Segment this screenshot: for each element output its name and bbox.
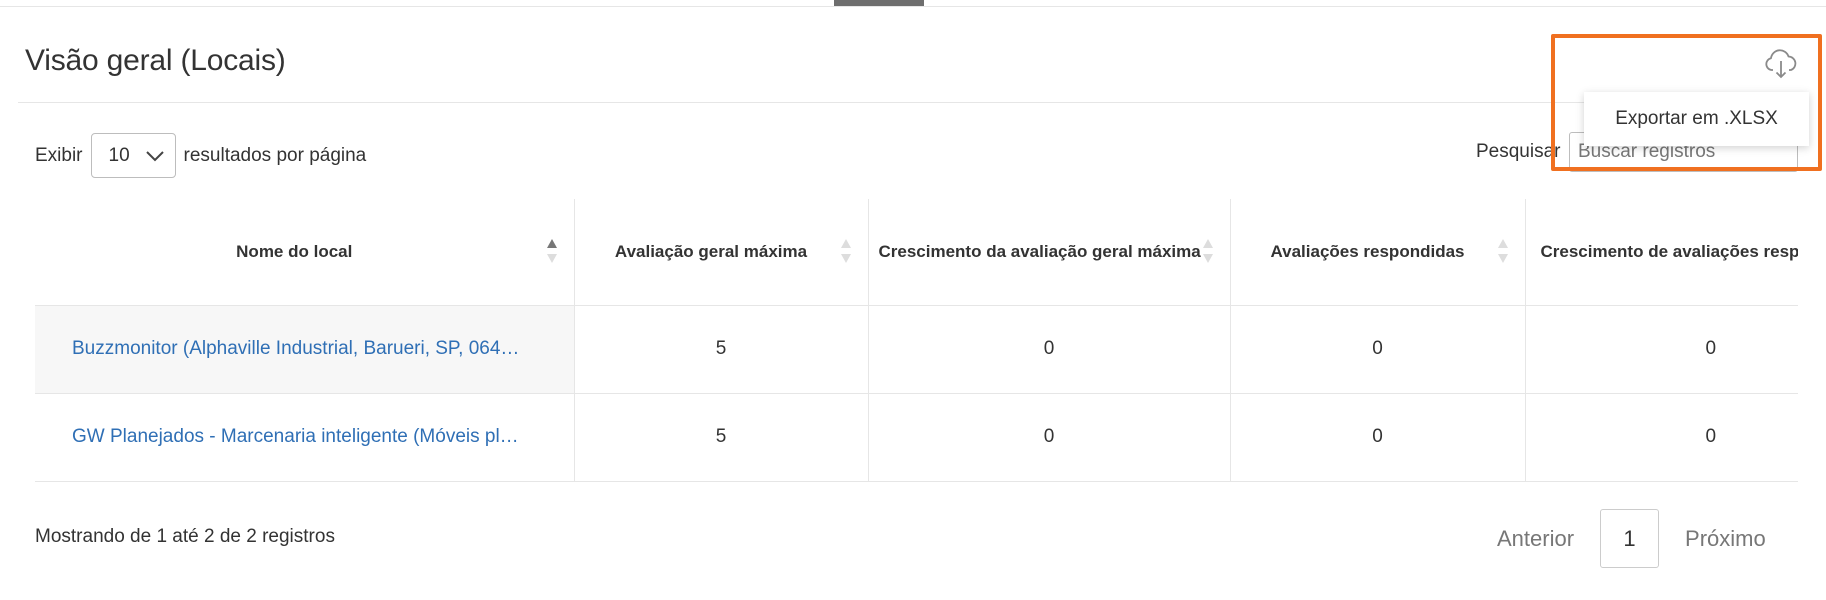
page-length-control: Exibir 10 resultados por página xyxy=(35,133,366,178)
pagination: Anterior 1 Próximo xyxy=(1480,509,1783,568)
cell-rating-growth: 0 xyxy=(867,305,1230,394)
chevron-down-icon xyxy=(145,150,164,161)
sort-icon xyxy=(1202,239,1213,263)
search-label: Pesquisar xyxy=(1476,141,1561,162)
column-header-rating-growth[interactable]: Crescimento da avaliação geral máxima xyxy=(867,199,1230,306)
column-header-label: Avaliações respondidas xyxy=(1270,241,1465,261)
export-xlsx-menu-item[interactable]: Exportar em .XLSX xyxy=(1615,108,1778,130)
top-divider xyxy=(0,6,1826,7)
length-suffix-label: resultados por página xyxy=(183,144,367,166)
page-title: Visão geral (Locais) xyxy=(25,44,286,77)
column-header-answered[interactable]: Avaliações respondidas xyxy=(1229,199,1525,306)
sort-icon xyxy=(1497,239,1508,263)
cell-max-rating: 5 xyxy=(573,393,868,482)
pagination-page-1-button[interactable]: 1 xyxy=(1600,509,1660,568)
cell-location-name: GW Planejados - Marcenaria inteligente (… xyxy=(35,393,574,482)
column-header-label: Crescimento de avaliações respondidas xyxy=(1540,241,1799,261)
pagination-previous-button[interactable]: Anterior xyxy=(1480,526,1591,552)
cell-max-rating: 5 xyxy=(573,305,868,394)
cell-answered-growth: 0 xyxy=(1524,393,1798,482)
export-dropdown-menu: Exportar em .XLSX xyxy=(1584,92,1809,146)
cell-answered-growth: 0 xyxy=(1524,305,1798,394)
locations-table-wrapper: Nome do local Avaliação geral máxima Cre… xyxy=(35,199,1798,483)
column-header-label: Crescimento da avaliação geral máxima xyxy=(878,241,1201,261)
cell-location-name: Buzzmonitor (Alphaville Industrial, Baru… xyxy=(35,305,574,394)
page-length-select[interactable]: 10 xyxy=(90,133,176,178)
column-header-max-rating[interactable]: Avaliação geral máxima xyxy=(573,199,868,306)
column-header-label: Avaliação geral máxima xyxy=(614,241,808,261)
table-row: GW Planejados - Marcenaria inteligente (… xyxy=(35,393,1798,482)
length-prefix-label: Exibir xyxy=(35,144,83,166)
location-link[interactable]: GW Planejados - Marcenaria inteligente (… xyxy=(72,426,522,448)
locations-table: Nome do local Avaliação geral máxima Cre… xyxy=(35,199,1798,482)
page-length-value: 10 xyxy=(108,144,130,166)
sort-ascending-icon xyxy=(546,239,557,263)
cloud-download-icon[interactable] xyxy=(1764,48,1798,80)
table-header-row: Nome do local Avaliação geral máxima Cre… xyxy=(35,199,1799,306)
cell-answered: 0 xyxy=(1229,393,1525,482)
page: Visão geral (Locais) Exportar em .XLSX E… xyxy=(0,0,1826,600)
pagination-next-button[interactable]: Próximo xyxy=(1668,526,1783,552)
cell-rating-growth: 0 xyxy=(867,393,1230,482)
column-header-label: Nome do local xyxy=(236,241,353,261)
header-divider xyxy=(18,102,1808,103)
cell-answered: 0 xyxy=(1229,305,1525,394)
active-tab-indicator xyxy=(834,0,924,6)
column-header-answered-growth[interactable]: Crescimento de avaliações respondidas xyxy=(1524,199,1799,306)
column-header-location-name[interactable]: Nome do local xyxy=(35,199,574,306)
location-link[interactable]: Buzzmonitor (Alphaville Industrial, Baru… xyxy=(72,338,522,360)
table-row: Buzzmonitor (Alphaville Industrial, Baru… xyxy=(35,305,1798,394)
table-info-text: Mostrando de 1 até 2 de 2 registros xyxy=(35,526,335,547)
sort-icon xyxy=(840,239,851,263)
